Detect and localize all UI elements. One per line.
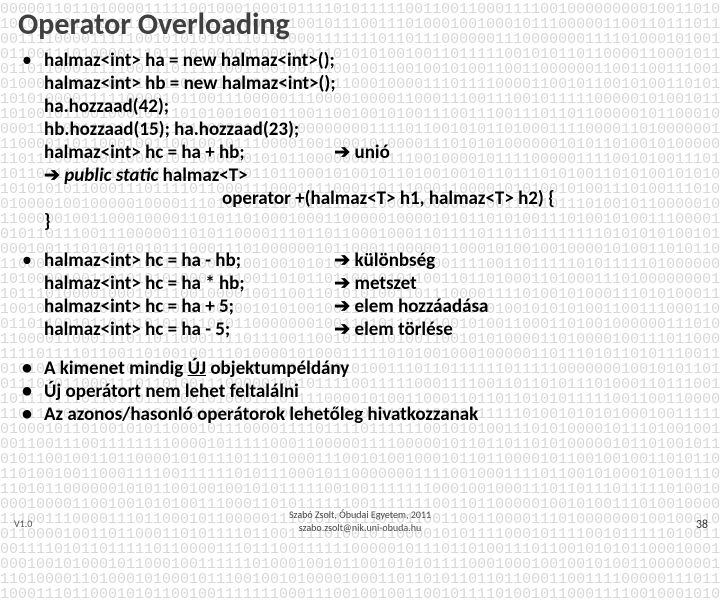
emphasis: ÚJ	[188, 357, 206, 380]
code-text: halmaz<int> hc = ha * hb;	[44, 272, 330, 295]
arrow-right-icon: ➔	[334, 250, 350, 271]
text: A kimenet mindig	[44, 357, 188, 380]
code-line: ha.hozzaad(42);	[44, 95, 710, 118]
code-text: halmaz<int> hc = ha + 5;	[44, 295, 330, 318]
arrow-right-icon: ➔	[334, 142, 350, 163]
keyword: public static	[64, 164, 158, 187]
bullet-3: A kimenet mindig ÚJ objektumpéldány	[18, 357, 710, 380]
annotation: unió	[355, 141, 390, 164]
arrow-right-icon: ➔	[44, 165, 60, 186]
annotation: különbség	[355, 249, 436, 272]
bullet-4: Új operátort nem lehet feltalálni	[18, 380, 710, 403]
code-line: }	[44, 210, 710, 233]
bullet-5: Az azonos/hasonló operátorok lehetőleg h…	[18, 403, 710, 426]
arrow-right-icon: ➔	[334, 319, 350, 340]
text: objektumpéldány	[206, 357, 349, 380]
page-number: 38	[696, 518, 708, 532]
code-line: halmaz<int> hc = ha - hb; ➔ különbség	[44, 249, 710, 272]
code-line: halmaz<int> hc = ha + 5; ➔ elem hozzáadá…	[44, 295, 710, 318]
code-line: halmaz<int> hc = ha - 5; ➔ elem törlése	[44, 318, 710, 341]
code-line: operator +(halmaz<T> h1, halmaz<T> h2) {	[44, 187, 710, 210]
footer-author: Szabó Zsolt, Óbudai Egyetem, 2011	[0, 508, 720, 521]
bullet-1: halmaz<int> ha = new halmaz<int>(); halm…	[18, 49, 710, 233]
code-line: halmaz<int> hc = ha * hb; ➔ metszet	[44, 272, 710, 295]
code-line: halmaz<int> hb = new halmaz<int>();	[44, 72, 710, 95]
code-line: halmaz<int> hc = ha + hb; ➔ unió	[44, 141, 710, 164]
annotation: metszet	[355, 272, 417, 295]
slide-title: Operator Overloading	[18, 6, 710, 43]
annotation: elem hozzáadása	[355, 295, 489, 318]
annotation: elem törlése	[355, 318, 453, 341]
bullet-2: halmaz<int> hc = ha - hb; ➔ különbség ha…	[18, 249, 710, 341]
code-text: halmaz<int> hc = ha - 5;	[44, 318, 330, 341]
footer: Szabó Zsolt, Óbudai Egyetem, 2011 szabo.…	[0, 508, 720, 534]
arrow-right-icon: ➔	[334, 273, 350, 294]
footer-email: szabo.zsolt@nik.uni-obuda.hu	[0, 521, 720, 534]
code-text: halmaz<int> hc = ha - hb;	[44, 249, 330, 272]
code-text: halmaz<int> hc = ha + hb;	[44, 141, 330, 164]
code-line: halmaz<int> ha = new halmaz<int>();	[44, 49, 710, 72]
arrow-right-icon: ➔	[334, 296, 350, 317]
code-line: hb.hozzaad(15); ha.hozzaad(23);	[44, 118, 710, 141]
code-text: halmaz<T>	[158, 164, 247, 187]
code-line: ➔ public static halmaz<T>	[44, 164, 710, 187]
